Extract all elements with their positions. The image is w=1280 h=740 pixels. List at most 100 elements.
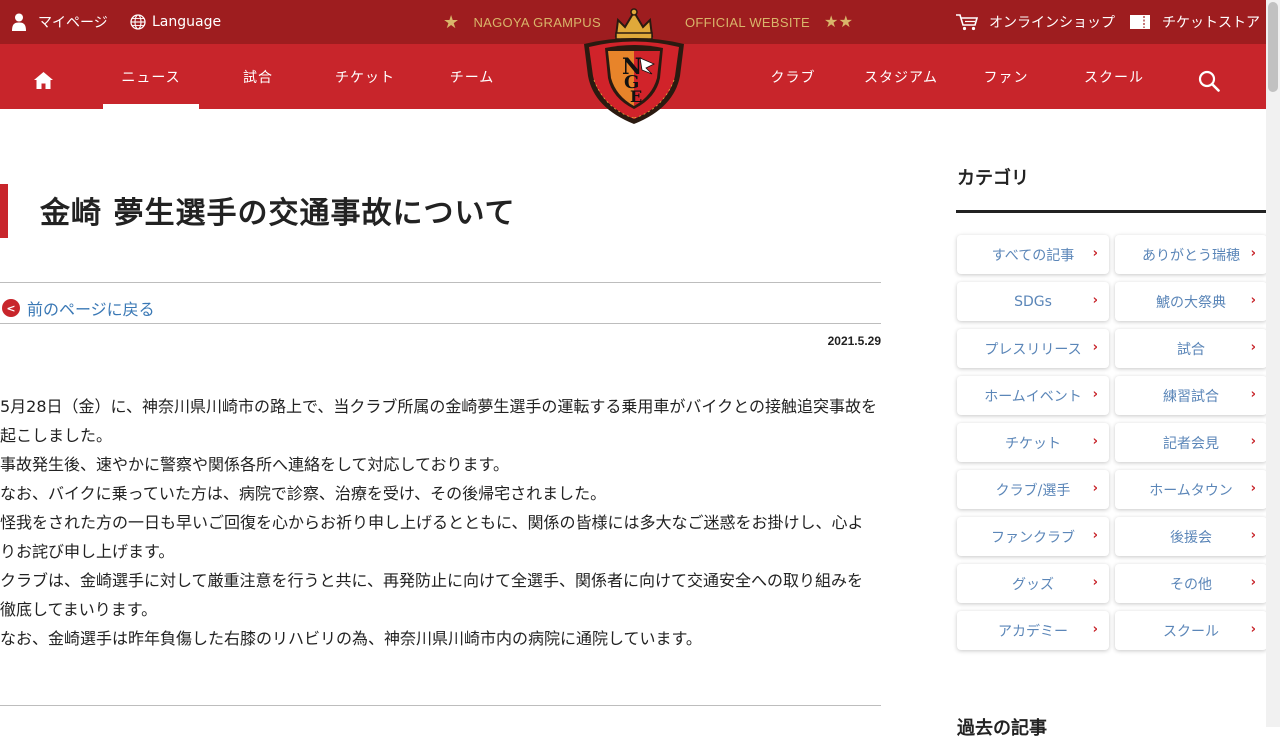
article-body: 5月28日（金）に、神奈川県川崎市の路上で、当クラブ所属の金崎夢生選手の運転する… <box>0 392 878 653</box>
article-paragraph: 事故発生後、速やかに警察や関係各所へ連絡をして対応しております。 <box>0 455 509 474</box>
category-label: 練習試合 <box>1163 388 1219 405</box>
category-button[interactable]: すべての記事 › <box>957 235 1109 274</box>
online-shop-link[interactable]: オンラインショップ <box>955 0 1115 44</box>
category-label: スクール <box>1163 623 1219 640</box>
nav-stadium[interactable]: スタジアム <box>855 44 947 109</box>
category-button[interactable]: ホームタウン › <box>1115 470 1267 509</box>
nav-ticket[interactable]: チケット <box>322 44 408 109</box>
club-crest-emblem: N G E <box>584 8 684 124</box>
category-button[interactable]: 練習試合 › <box>1115 376 1267 415</box>
scrollbar-thumb[interactable] <box>1268 2 1278 92</box>
nav-news[interactable]: ニュース <box>103 44 199 109</box>
double-star-icon: ★★ <box>823 14 854 31</box>
category-button[interactable]: チケット › <box>957 423 1109 462</box>
chevron-right-icon: › <box>1250 434 1256 449</box>
sidebar-title: カテゴリ <box>957 168 1029 189</box>
category-label: 鯱の大祭典 <box>1156 294 1226 311</box>
chevron-right-icon: › <box>1092 575 1098 590</box>
nav-school[interactable]: スクール <box>1072 44 1156 109</box>
nav-club[interactable]: クラブ <box>757 44 829 109</box>
chevron-right-icon: › <box>1250 340 1256 355</box>
nav-stadium-label: スタジアム <box>863 69 939 86</box>
chevron-right-icon: › <box>1092 622 1098 637</box>
category-label: ありがとう瑞穂 <box>1142 247 1240 264</box>
chevron-right-icon: › <box>1092 528 1098 543</box>
back-link[interactable]: < 前のページに戻る <box>2 296 155 320</box>
chevron-right-icon: › <box>1250 481 1256 496</box>
back-link-label: 前のページに戻る <box>27 300 155 319</box>
nav-fan[interactable]: ファン <box>970 44 1042 109</box>
category-button[interactable]: ありがとう瑞穂 › <box>1115 235 1267 274</box>
category-button[interactable]: スクール › <box>1115 611 1267 650</box>
nav-news-label: ニュース <box>121 69 181 86</box>
title-accent <box>0 184 8 238</box>
category-button[interactable]: グッズ › <box>957 564 1109 603</box>
category-button[interactable]: アカデミー › <box>957 611 1109 650</box>
home-button[interactable] <box>22 44 64 109</box>
chevron-left-icon: < <box>2 299 20 317</box>
category-label: アカデミー <box>998 623 1068 640</box>
category-button[interactable]: 後援会 › <box>1115 517 1267 556</box>
category-button[interactable]: プレスリリース › <box>957 329 1109 368</box>
star-icon: ★ <box>443 11 460 32</box>
brand-right-label: OFFICIAL WEBSITE <box>685 14 810 30</box>
category-label: ホームタウン <box>1149 482 1233 499</box>
scrollbar[interactable] <box>1266 0 1280 727</box>
nav-fan-label: ファン <box>983 69 1029 86</box>
past-articles-title: 過去の記事 <box>957 718 1047 739</box>
search-icon <box>1198 70 1220 92</box>
nav-match[interactable]: 試合 <box>222 44 294 109</box>
chevron-right-icon: › <box>1092 481 1098 496</box>
chevron-right-icon: › <box>1250 387 1256 402</box>
ticket-icon <box>1130 15 1150 29</box>
category-label: 試合 <box>1177 341 1205 358</box>
chevron-right-icon: › <box>1092 293 1098 308</box>
chevron-right-icon: › <box>1250 575 1256 590</box>
category-label: ファンクラブ <box>991 529 1075 546</box>
mypage-label: マイページ <box>38 15 108 31</box>
category-button[interactable]: クラブ/選手 › <box>957 470 1109 509</box>
category-button[interactable]: ホームイベント › <box>957 376 1109 415</box>
cart-icon <box>955 13 979 31</box>
svg-text:E: E <box>630 87 642 106</box>
article-paragraph: 5月28日（金）に、神奈川県川崎市の路上で、当クラブ所属の金崎夢生選手の運転する… <box>0 397 877 445</box>
category-label: グッズ <box>1012 576 1054 593</box>
user-icon <box>12 13 26 31</box>
category-label: 後援会 <box>1170 529 1212 546</box>
mypage-link[interactable]: マイページ <box>12 0 108 44</box>
article-date: 2021.5.29 <box>827 334 881 348</box>
category-button[interactable]: 記者会見 › <box>1115 423 1267 462</box>
club-logo[interactable]: N G E <box>576 6 692 128</box>
search-button[interactable] <box>1188 44 1230 109</box>
brand-right: OFFICIAL WEBSITE ★★ <box>685 0 853 44</box>
nav-team-label: チーム <box>449 69 495 86</box>
category-button[interactable]: ファンクラブ › <box>957 517 1109 556</box>
nav-team[interactable]: チーム <box>436 44 508 109</box>
sidebar-rule <box>956 210 1268 213</box>
article-title: 金崎 夢生選手の交通事故について <box>40 196 516 231</box>
category-button[interactable]: 試合 › <box>1115 329 1267 368</box>
online-shop-label: オンラインショップ <box>989 15 1115 31</box>
article-paragraph: なお、バイクに乗っていた方は、病院で診察、治療を受け、その後帰宅されました。 <box>0 484 607 503</box>
category-label: その他 <box>1170 576 1212 593</box>
category-label: プレスリリース <box>984 341 1082 358</box>
chevron-right-icon: › <box>1092 246 1098 261</box>
chevron-right-icon: › <box>1250 246 1256 261</box>
nav-ticket-label: チケット <box>335 69 395 86</box>
category-button[interactable]: 鯱の大祭典 › <box>1115 282 1267 321</box>
divider <box>0 323 881 324</box>
chevron-right-icon: › <box>1250 528 1256 543</box>
language-label: Language <box>152 14 222 30</box>
ticket-store-link[interactable]: チケットストア <box>1130 0 1260 44</box>
nav-school-label: スクール <box>1084 69 1144 86</box>
divider <box>0 705 881 706</box>
divider <box>0 282 881 283</box>
language-link[interactable]: Language <box>130 0 221 44</box>
category-button[interactable]: その他 › <box>1115 564 1267 603</box>
article-paragraph: クラブは、金崎選手に対して厳重注意を行うと共に、再発防止に向けて全選手、関係者に… <box>0 571 864 619</box>
chevron-right-icon: › <box>1092 434 1098 449</box>
article-paragraph: なお、金崎選手は昨年負傷した右膝のリハビリの為、神奈川県川崎市内の病院に通院して… <box>0 629 702 648</box>
chevron-right-icon: › <box>1250 293 1256 308</box>
category-button[interactable]: SDGs › <box>957 282 1109 321</box>
category-label: SDGs <box>1014 293 1052 310</box>
